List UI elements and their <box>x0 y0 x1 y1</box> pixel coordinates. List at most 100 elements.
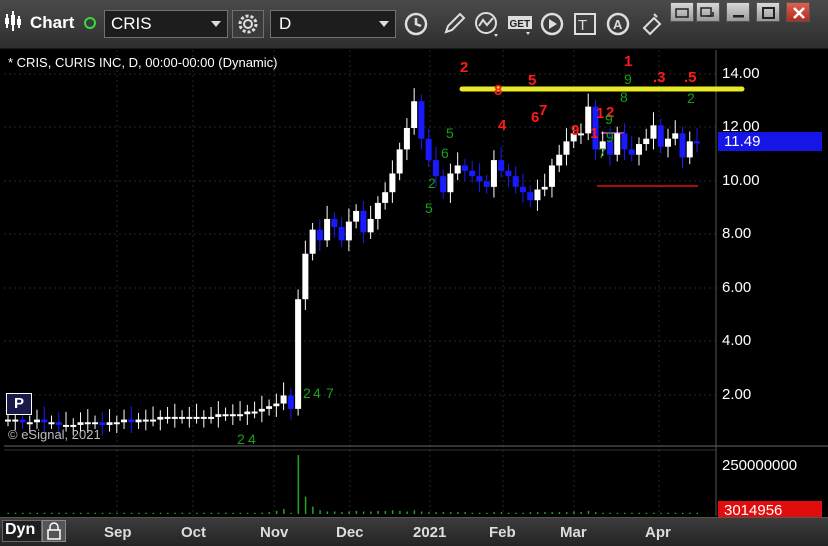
candle-body <box>657 125 664 147</box>
volume-bar <box>638 512 640 514</box>
candle-body <box>411 101 418 128</box>
volume-bar <box>370 511 372 514</box>
minimize-button[interactable] <box>726 2 750 22</box>
close-button[interactable] <box>786 2 810 22</box>
candle-body <box>585 106 592 134</box>
price-axis-label: 2.00 <box>722 386 752 403</box>
candle-body <box>440 176 447 193</box>
volume-bar <box>522 512 524 514</box>
get-data-button[interactable]: GET <box>506 10 536 38</box>
restore-window-button[interactable] <box>670 2 694 22</box>
price-axis-label: 4.00 <box>722 332 752 349</box>
link-window-button[interactable] <box>696 2 720 22</box>
play-button[interactable] <box>538 10 568 38</box>
volume-bar <box>138 512 140 514</box>
candle-body <box>34 419 41 423</box>
volume-bar <box>667 512 669 514</box>
candle-body <box>135 419 142 423</box>
candle-body <box>208 416 215 419</box>
volume-bar <box>493 512 495 514</box>
volume-bar <box>623 512 626 514</box>
green-annotation: 2 <box>303 385 311 401</box>
volume-bar <box>145 512 147 514</box>
volume-bar <box>7 512 9 514</box>
candle-body <box>483 181 490 187</box>
volume-bar <box>232 512 234 514</box>
indicator-icon <box>475 12 498 37</box>
red-annotation: 2 <box>460 59 468 76</box>
candle-body <box>84 422 91 425</box>
time-axis-label: Sep <box>104 524 132 541</box>
chart-canvas: 2 5 1 .3 .5 4 6 7 1 2 9 1 8 9 8 2 6 2 5 … <box>4 50 828 516</box>
candle-body <box>338 226 345 241</box>
volume-bar <box>631 512 633 514</box>
close-icon <box>793 7 805 19</box>
p-badge[interactable]: P <box>6 393 32 415</box>
time-axis-bar: Dyn Sep Oct Nov Dec 2021 Feb Mar Apr <box>0 517 828 546</box>
volume-bar <box>130 512 133 514</box>
settings-gear-button[interactable] <box>232 10 264 38</box>
volume-bar <box>65 512 68 514</box>
link-indicator-icon[interactable] <box>84 17 96 29</box>
candle-body <box>556 154 563 166</box>
indicator-button[interactable] <box>472 10 502 38</box>
volume-bar <box>268 512 271 514</box>
green-annotation: 7 <box>598 145 606 161</box>
text-tool-button[interactable]: T <box>572 10 602 38</box>
red-annotation: .3 <box>653 69 666 86</box>
copyright-text: © eSignal, 2021 <box>8 427 101 442</box>
draw-tool-button[interactable] <box>440 10 470 38</box>
red-annotation: 8 <box>494 82 502 99</box>
candle-body <box>237 414 244 417</box>
svg-text:T: T <box>578 17 587 34</box>
alert-button[interactable]: A <box>604 10 634 38</box>
candle-body <box>432 160 439 177</box>
candle-body <box>99 422 106 425</box>
chart-app-icon[interactable] <box>4 10 24 32</box>
volume-bar <box>428 512 430 514</box>
candle-body <box>592 106 599 150</box>
volume-bar <box>544 512 546 514</box>
volume-bar <box>283 509 285 514</box>
candle-body <box>418 101 425 139</box>
candle-body <box>498 160 505 171</box>
candle-body <box>215 414 222 417</box>
candle-body <box>222 414 229 417</box>
volume-bar <box>196 512 198 514</box>
volume-bar <box>152 512 155 514</box>
time-axis-label: Dec <box>336 524 364 541</box>
candle-body <box>621 133 628 150</box>
volume-bar <box>406 511 408 514</box>
red-annotation: 4 <box>498 117 507 134</box>
symbol-input[interactable]: CRIS <box>104 10 228 38</box>
maximize-button[interactable] <box>756 2 780 22</box>
chevron-down-icon[interactable] <box>211 21 221 27</box>
volume-bar <box>565 512 568 514</box>
volume-bar <box>660 512 662 514</box>
lock-button[interactable] <box>42 520 66 542</box>
chevron-down-icon[interactable] <box>379 21 389 27</box>
volume-bar <box>413 510 416 514</box>
volume-bar <box>174 512 176 514</box>
clock-button[interactable] <box>402 10 432 38</box>
candle-body <box>179 416 186 419</box>
dynamic-button[interactable]: Dyn <box>2 520 42 542</box>
volume-bar <box>399 510 401 514</box>
volume-bar <box>689 512 691 514</box>
candle-body <box>454 165 461 174</box>
candle-body <box>157 416 164 420</box>
volume-bar <box>464 512 466 514</box>
volume-bar <box>515 512 517 514</box>
candle-body <box>251 411 258 414</box>
volume-bar <box>507 512 510 514</box>
green-annotation: 9 <box>624 71 632 87</box>
candle-body <box>331 218 338 227</box>
cursor-tool-button[interactable] <box>638 10 668 38</box>
time-axis-label: Mar <box>560 524 587 541</box>
restore-window-icon <box>675 8 689 18</box>
candle-body <box>229 414 236 417</box>
alert-icon: A <box>606 12 630 36</box>
symbol-value: CRIS <box>111 14 152 33</box>
interval-select[interactable]: D <box>270 10 396 38</box>
get-data-icon: GET <box>508 16 532 35</box>
